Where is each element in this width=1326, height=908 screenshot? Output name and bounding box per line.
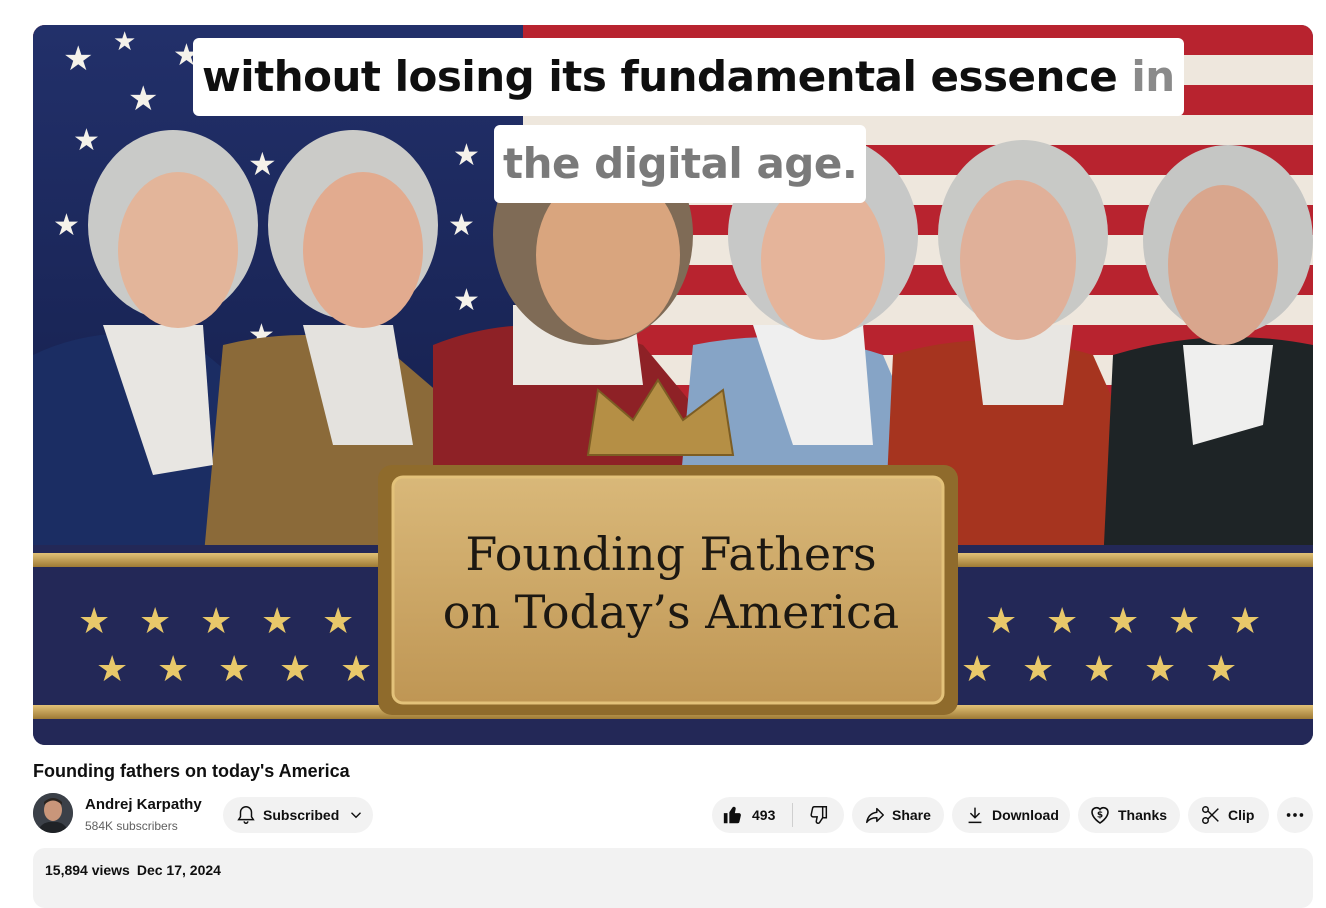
svg-text:$: $ bbox=[1097, 811, 1103, 821]
like-dislike-group: 493 bbox=[712, 797, 844, 833]
like-button[interactable]: 493 bbox=[712, 797, 792, 833]
subscribed-button[interactable]: Subscribed bbox=[223, 797, 373, 833]
thumbs-up-icon bbox=[723, 806, 741, 824]
view-count: 15,894 views bbox=[45, 862, 130, 878]
download-icon bbox=[968, 807, 982, 824]
clip-button[interactable]: Clip bbox=[1188, 797, 1269, 833]
video-title: Founding fathers on today's America bbox=[33, 761, 350, 781]
svg-text:★: ★ bbox=[1229, 600, 1261, 641]
download-label: Download bbox=[992, 807, 1059, 823]
svg-text:★: ★ bbox=[961, 648, 993, 689]
channel-avatar[interactable] bbox=[33, 793, 73, 833]
svg-text:★: ★ bbox=[73, 124, 100, 157]
subscribed-label: Subscribed bbox=[263, 807, 340, 823]
svg-text:★: ★ bbox=[1144, 648, 1176, 689]
share-icon bbox=[866, 807, 884, 824]
scissors-icon bbox=[1202, 806, 1219, 824]
svg-text:★: ★ bbox=[448, 209, 475, 242]
svg-text:★: ★ bbox=[1046, 600, 1078, 641]
download-button[interactable]: Download bbox=[952, 797, 1070, 833]
svg-text:★: ★ bbox=[453, 284, 480, 317]
avatar-icon bbox=[33, 793, 73, 833]
svg-text:★: ★ bbox=[96, 648, 128, 689]
svg-text:★: ★ bbox=[218, 648, 250, 689]
svg-text:★: ★ bbox=[53, 209, 80, 242]
description-box[interactable]: 15,894 views Dec 17, 2024 bbox=[33, 848, 1313, 908]
more-horizontal-icon bbox=[1286, 813, 1304, 817]
svg-text:★: ★ bbox=[1022, 648, 1054, 689]
thanks-heart-dollar-icon: $ bbox=[1091, 806, 1109, 824]
channel-name[interactable]: Andrej Karpathy bbox=[85, 796, 202, 814]
svg-text:★: ★ bbox=[128, 80, 158, 118]
clip-label: Clip bbox=[1228, 807, 1255, 823]
upload-date: Dec 17, 2024 bbox=[136, 862, 221, 878]
svg-text:★: ★ bbox=[1168, 600, 1200, 641]
video-player[interactable]: ★ ★ ★ ★ ★ ★ ★ ★ ★ ★ ★ ★ ★ ★ ★ ★ ★ ★ ★ ★ … bbox=[33, 25, 1313, 745]
chevron-down-icon bbox=[351, 812, 362, 819]
dislike-button[interactable] bbox=[793, 797, 844, 833]
svg-text:★: ★ bbox=[279, 648, 311, 689]
svg-text:★: ★ bbox=[1205, 648, 1237, 689]
svg-text:★: ★ bbox=[248, 146, 277, 182]
thumbnail-banner-line1: Founding Fathers bbox=[465, 527, 876, 581]
svg-text:★: ★ bbox=[78, 600, 110, 641]
thanks-label: Thanks bbox=[1118, 807, 1168, 823]
like-count: 493 bbox=[752, 807, 776, 823]
caption-line-1-text: without losing its fundamental essence bbox=[202, 52, 1118, 101]
svg-text:★: ★ bbox=[1107, 600, 1139, 641]
svg-text:★: ★ bbox=[139, 600, 171, 641]
more-actions-button[interactable] bbox=[1277, 797, 1313, 833]
thumbs-down-icon bbox=[809, 806, 827, 824]
caption-line-1: without losing its fundamental essence i… bbox=[193, 38, 1184, 116]
svg-text:★: ★ bbox=[261, 600, 293, 641]
thumbnail-banner-line2: on Today’s America bbox=[443, 585, 899, 639]
share-label: Share bbox=[892, 807, 931, 823]
svg-text:★: ★ bbox=[453, 139, 480, 172]
video-meta: 15,894 views Dec 17, 2024 bbox=[45, 861, 221, 879]
caption-line-2: the digital age. bbox=[494, 125, 867, 203]
svg-text:★: ★ bbox=[1083, 648, 1115, 689]
thanks-button[interactable]: $ Thanks bbox=[1078, 797, 1180, 833]
svg-text:★: ★ bbox=[340, 648, 372, 689]
svg-text:★: ★ bbox=[322, 600, 354, 641]
svg-text:★: ★ bbox=[985, 600, 1017, 641]
bell-icon bbox=[237, 806, 255, 824]
svg-text:★: ★ bbox=[113, 26, 136, 56]
caption-line-1-dim: in bbox=[1131, 52, 1175, 101]
subscriber-count: 584K subscribers bbox=[85, 819, 178, 833]
svg-text:★: ★ bbox=[157, 648, 189, 689]
svg-text:★: ★ bbox=[200, 600, 232, 641]
svg-text:★: ★ bbox=[63, 40, 93, 78]
share-button[interactable]: Share bbox=[852, 797, 944, 833]
